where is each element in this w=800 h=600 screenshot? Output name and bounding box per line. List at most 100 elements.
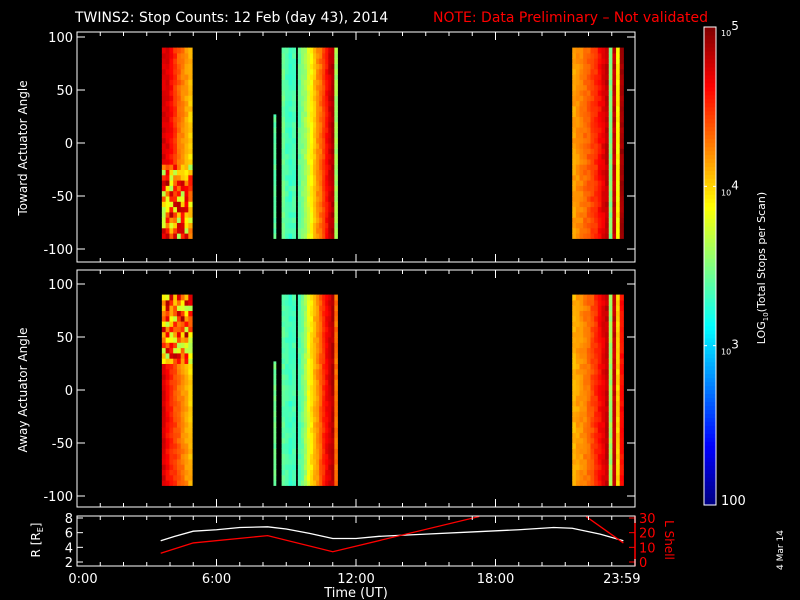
heatmap-cell: [297, 321, 302, 327]
heatmap-cell: [273, 127, 277, 133]
heatmap-cell: [303, 132, 308, 139]
heatmap-cell: [300, 416, 305, 423]
heatmap-cell: [288, 148, 293, 155]
heatmap-cell: [281, 158, 286, 165]
heatmap-cell: [273, 432, 277, 439]
heatmap-cell: [586, 233, 591, 239]
heatmap-cell: [288, 121, 293, 128]
heatmap-cell: [281, 95, 286, 102]
heatmap-cell: [605, 174, 610, 181]
heatmap-cell: [297, 437, 302, 444]
heatmap-cell: [188, 222, 193, 229]
heatmap-cell: [601, 437, 606, 444]
heatmap-cell: [575, 474, 581, 481]
heatmap-cell: [601, 158, 606, 165]
colorbar-swatch: [704, 373, 716, 379]
heatmap-cell: [300, 437, 305, 444]
heatmap-cell: [619, 111, 624, 117]
heatmap-cell: [180, 437, 186, 444]
heatmap-cell: [300, 148, 305, 155]
heatmap-cell: [285, 190, 290, 197]
heatmap-cell: [579, 158, 584, 165]
heatmap-cell: [184, 116, 189, 123]
heatmap-cell: [165, 474, 170, 481]
heatmap-cell: [325, 432, 329, 439]
heatmap-cell: [292, 315, 297, 322]
heatmap-cell: [300, 127, 305, 133]
heatmap-cell: [180, 180, 186, 186]
heatmap-cell: [288, 180, 293, 186]
heatmap-cell: [306, 321, 311, 327]
heatmap-cell: [319, 127, 323, 133]
heatmap-cell: [605, 331, 610, 338]
heatmap-cell: [334, 217, 338, 223]
heatmap-cell: [169, 390, 174, 396]
heatmap-cell: [322, 132, 326, 139]
heatmap-cell: [184, 52, 189, 59]
heatmap-cell: [281, 299, 286, 306]
heatmap-cell: [285, 79, 290, 86]
heatmap-cell: [310, 84, 314, 91]
heatmap-cell: [594, 458, 599, 465]
heatmap-cell: [165, 164, 170, 170]
heatmap-cell: [612, 347, 617, 354]
heatmap-cell: [176, 416, 182, 423]
heatmap-cell: [586, 68, 591, 75]
heatmap-cell: [184, 211, 189, 218]
heatmap-cell: [322, 379, 326, 386]
heatmap-cell: [583, 416, 588, 423]
heatmap-cell: [590, 185, 595, 192]
heatmap-cell: [322, 148, 326, 155]
heatmap-cell: [313, 363, 317, 370]
heatmap-cell: [608, 222, 613, 229]
heatmap-cell: [173, 169, 178, 176]
heatmap-cell: [303, 180, 308, 186]
heatmap-cell: [322, 443, 326, 449]
heatmap-cell: [303, 358, 308, 364]
heatmap-cell: [590, 363, 595, 370]
heatmap-cell: [173, 448, 178, 455]
heatmap-cell: [575, 58, 581, 64]
heatmap-cell: [310, 443, 314, 449]
heatmap-cell: [575, 315, 581, 322]
heatmap-cell: [579, 379, 584, 386]
heatmap-cell: [586, 132, 591, 139]
heatmap-cell: [292, 196, 297, 202]
heatmap-cell: [590, 374, 595, 380]
heatmap-cell: [303, 52, 308, 59]
ytick-label: 0: [65, 384, 73, 399]
heatmap-cell: [319, 299, 323, 306]
heatmap-cell: [601, 211, 606, 218]
colorbar-swatch: [704, 329, 716, 335]
heatmap-cell: [176, 437, 182, 444]
heatmap-cell: [579, 180, 584, 186]
heatmap-cell: [300, 326, 305, 333]
heatmap-cell: [188, 121, 193, 128]
heatmap-cell: [316, 74, 320, 80]
heatmap-cell: [590, 227, 595, 234]
heatmap-cell: [608, 448, 613, 455]
heatmap-cell: [586, 217, 591, 223]
heatmap-cell: [188, 443, 193, 449]
heatmap-cell: [297, 164, 302, 170]
heatmap-cell: [612, 111, 617, 117]
heatmap-cell: [161, 153, 167, 160]
heatmap-cell: [310, 148, 314, 155]
heatmap-cell: [165, 321, 170, 327]
colorbar-swatch: [704, 178, 716, 183]
heatmap-cell: [297, 379, 302, 386]
heatmap-cell: [161, 52, 167, 59]
heatmap-cell: [605, 347, 610, 354]
heatmap-cell: [288, 84, 293, 91]
heatmap-cell: [612, 374, 617, 380]
heatmap-cell: [288, 395, 293, 402]
colorbar-swatch: [704, 305, 716, 311]
heatmap-cell: [590, 164, 595, 170]
heatmap-cell: [281, 480, 286, 486]
heatmap-cell: [319, 416, 323, 423]
heatmap-cell: [322, 95, 326, 102]
heatmap-cell: [612, 52, 617, 59]
heatmap-cell: [281, 427, 286, 433]
heatmap-cell: [169, 84, 174, 91]
heatmap-cell: [176, 68, 182, 75]
